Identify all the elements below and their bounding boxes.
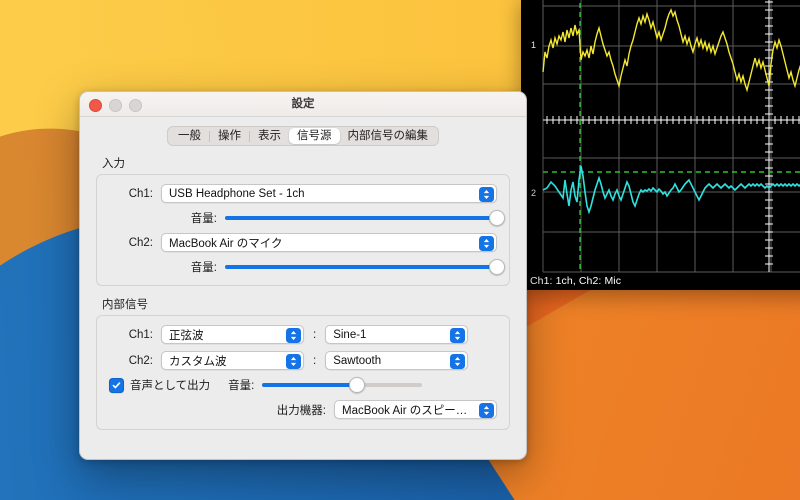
zoom-button-icon[interactable] xyxy=(129,99,142,112)
slider-knob[interactable] xyxy=(348,377,365,393)
traffic-lights xyxy=(89,99,142,112)
scope-channel-2-label: 2 xyxy=(531,188,536,198)
input-ch1-volume-row: 音量: xyxy=(109,210,505,226)
audio-output-row: 音声として出力 音量: xyxy=(109,377,497,393)
oscilloscope-status-bar: Ch1: 1ch, Ch2: Mic xyxy=(521,273,800,290)
window-body: 一般 操作 表示 信号源 内部信号の編集 入力 Ch1: USB Headpho… xyxy=(80,117,526,459)
internal-ch1-wavetype-value: 正弦波 xyxy=(169,329,204,342)
tab-general[interactable]: 一般 xyxy=(170,128,209,144)
scope-channel-1-label: 1 xyxy=(531,40,536,50)
tab-internal-signal-edit[interactable]: 内部信号の編集 xyxy=(340,128,437,144)
input-ch2-device-select[interactable]: MacBook Air のマイク xyxy=(161,233,497,252)
input-ch2-device-value: MacBook Air のマイク xyxy=(169,237,283,250)
input-ch2-volume-row: 音量: xyxy=(109,259,505,275)
output-device-label: 出力機器: xyxy=(276,404,326,417)
minimize-button-icon[interactable] xyxy=(109,99,122,112)
internal-ch1-preset-select[interactable]: Sine-1 xyxy=(325,325,469,344)
output-device-select[interactable]: MacBook Air のスピーカー xyxy=(334,400,497,419)
close-button-icon[interactable] xyxy=(89,99,102,112)
internal-ch2-row: Ch2: カスタム波 : Sawtooth xyxy=(109,351,497,370)
chevron-updown-icon xyxy=(285,328,301,343)
oscilloscope-window[interactable]: 1 2 Ch1: 1ch, Ch2: Mic xyxy=(521,0,800,290)
slider-knob[interactable] xyxy=(489,210,505,226)
chevron-updown-icon xyxy=(449,328,465,343)
chevron-updown-icon xyxy=(478,403,494,418)
slider-fill xyxy=(262,383,357,387)
check-icon[interactable] xyxy=(109,377,124,393)
input-group-box: Ch1: USB Headphone Set - 1ch 音量: Ch2: Ma… xyxy=(96,174,510,286)
internal-signal-group: 内部信号 Ch1: 正弦波: Sine-1 Ch2: カスタム波: Sawt… xyxy=(96,296,510,430)
oscilloscope-canvas[interactable]: 1 2 xyxy=(521,0,800,290)
chevron-updown-icon xyxy=(478,236,494,251)
internal-ch2-wavetype-select[interactable]: カスタム波 xyxy=(161,351,304,370)
input-ch2-volume-slider[interactable] xyxy=(225,259,505,275)
chevron-updown-icon xyxy=(478,187,494,202)
internal-signal-group-title: 内部信号 xyxy=(102,299,148,311)
input-ch1-device-value: USB Headphone Set - 1ch xyxy=(169,187,305,200)
input-ch2-label: Ch2: xyxy=(128,236,153,249)
internal-ch1-label: Ch1: xyxy=(128,328,153,341)
audio-output-checkbox-label: 音声として出力 xyxy=(130,380,211,392)
input-ch1-row: Ch1: USB Headphone Set - 1ch xyxy=(109,184,497,203)
internal-ch2-wavetype-value: カスタム波 xyxy=(169,355,227,368)
internal-ch1-row: Ch1: 正弦波 : Sine-1 xyxy=(109,325,497,344)
input-group-title: 入力 xyxy=(102,158,125,170)
input-ch2-row: Ch2: MacBook Air のマイク xyxy=(109,233,497,252)
tab-bar: 一般 操作 表示 信号源 内部信号の編集 xyxy=(96,126,510,146)
tab-operation[interactable]: 操作 xyxy=(210,128,249,144)
input-ch2-volume-label: 音量: xyxy=(190,262,217,274)
internal-volume-slider[interactable] xyxy=(262,377,423,393)
desktop-screen: 1 2 Ch1: 1ch, Ch2: Mic 設定 一般 操作 表示 信号源 内… xyxy=(0,0,800,500)
internal-ch2-preset-select[interactable]: Sawtooth xyxy=(325,351,469,370)
window-title: 設定 xyxy=(291,98,315,110)
internal-ch2-separator: : xyxy=(313,354,317,367)
settings-window[interactable]: 設定 一般 操作 表示 信号源 内部信号の編集 入力 Ch1: USB Head… xyxy=(79,91,527,460)
input-ch1-volume-slider[interactable] xyxy=(225,210,505,226)
input-ch1-volume-label: 音量: xyxy=(190,213,217,225)
chevron-updown-icon xyxy=(285,354,301,369)
internal-ch1-preset-value: Sine-1 xyxy=(333,328,367,341)
slider-fill xyxy=(225,216,497,220)
internal-ch2-label: Ch2: xyxy=(128,354,153,367)
slider-knob[interactable] xyxy=(489,259,505,275)
window-titlebar[interactable]: 設定 xyxy=(80,92,526,117)
tab-group: 一般 操作 表示 信号源 内部信号の編集 xyxy=(167,126,439,146)
slider-fill xyxy=(225,265,497,269)
audio-output-checkbox-wrap[interactable]: 音声として出力 xyxy=(109,377,210,393)
output-device-row: 出力機器: MacBook Air のスピーカー xyxy=(109,400,497,419)
internal-ch1-separator: : xyxy=(313,328,317,341)
output-device-value: MacBook Air のスピーカー xyxy=(342,404,479,417)
internal-volume-label: 音量: xyxy=(228,380,255,392)
tab-display[interactable]: 表示 xyxy=(250,128,289,144)
internal-ch2-preset-value: Sawtooth xyxy=(333,354,382,367)
chevron-updown-icon xyxy=(449,354,465,369)
input-ch1-label: Ch1: xyxy=(128,187,153,200)
input-ch1-device-select[interactable]: USB Headphone Set - 1ch xyxy=(161,184,497,203)
input-group: 入力 Ch1: USB Headphone Set - 1ch 音量: Ch2:… xyxy=(96,155,510,286)
internal-signal-group-box: Ch1: 正弦波 : Sine-1 Ch2: カスタム波: Sawtooth … xyxy=(96,315,510,430)
tab-signal-source[interactable]: 信号源 xyxy=(289,128,340,144)
internal-ch1-wavetype-select[interactable]: 正弦波 xyxy=(161,325,304,344)
